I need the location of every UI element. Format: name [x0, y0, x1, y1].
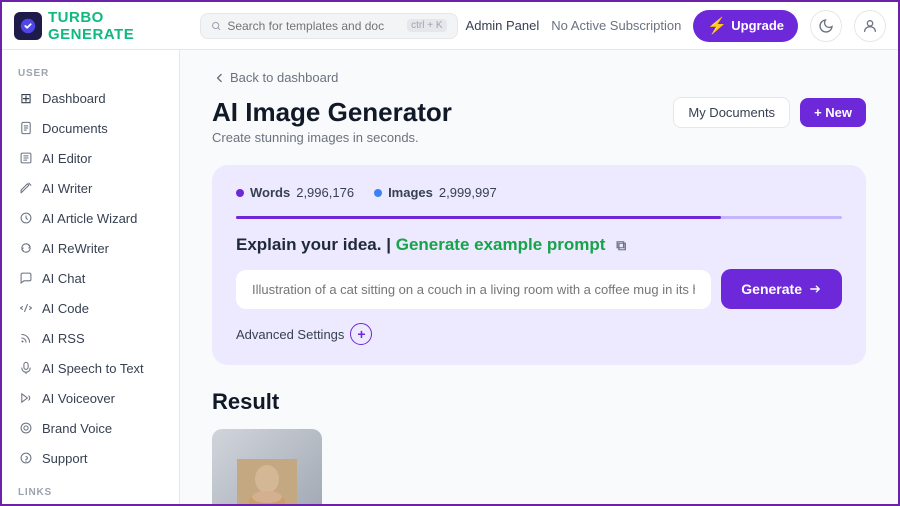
generator-card: Words 2,996,176 Images 2,999,997 Explain…	[212, 165, 866, 365]
no-subscription-label: No Active Subscription	[551, 18, 681, 33]
generate-example-prompt-link[interactable]: Generate example prompt	[396, 235, 606, 254]
search-shortcut: ctrl + K	[407, 19, 446, 32]
prompt-input[interactable]	[236, 270, 711, 309]
sidebar: USER ⊞ Dashboard Documents AI Editor AI …	[2, 50, 180, 504]
images-value: 2,999,997	[439, 185, 497, 200]
prompt-label: Explain your idea. | Generate example pr…	[236, 235, 842, 255]
sidebar-item-label: Brand Voice	[42, 421, 112, 436]
header-actions: My Documents + New	[673, 97, 866, 128]
ai-chat-icon	[18, 270, 34, 286]
topbar-right: Admin Panel No Active Subscription ⚡ Upg…	[466, 10, 886, 42]
sidebar-item-label: AI Writer	[42, 181, 92, 196]
logo: TURBOGENERATE	[14, 9, 192, 43]
admin-panel-link[interactable]: Admin Panel	[466, 18, 540, 33]
sidebar-item-label: AI Voiceover	[42, 391, 115, 406]
sidebar-item-ai-article-wizard[interactable]: AI Article Wizard	[2, 203, 179, 233]
words-dot	[236, 189, 244, 197]
sidebar-item-ai-speech-to-text[interactable]: AI Speech to Text	[2, 353, 179, 383]
sidebar-item-label: AI Editor	[42, 151, 92, 166]
sidebar-item-label: AI ReWriter	[42, 241, 109, 256]
ai-article-wizard-icon	[18, 210, 34, 226]
words-stat: Words 2,996,176	[236, 185, 354, 200]
prompt-input-row: Generate	[236, 269, 842, 309]
sidebar-item-label: Documents	[42, 121, 108, 136]
result-person-svg	[237, 459, 297, 504]
images-stat: Images 2,999,997	[374, 185, 497, 200]
images-label: Images	[388, 185, 433, 200]
sidebar-item-ai-rss[interactable]: AI RSS	[2, 323, 179, 353]
stats-row: Words 2,996,176 Images 2,999,997	[236, 185, 842, 200]
ai-editor-icon	[18, 150, 34, 166]
sidebar-item-label: AI RSS	[42, 331, 85, 346]
sidebar-item-ai-chat[interactable]: AI Chat	[2, 263, 179, 293]
brand-voice-icon	[18, 420, 34, 436]
new-button[interactable]: + New	[800, 98, 866, 127]
ai-code-icon	[18, 300, 34, 316]
sidebar-item-label: AI Article Wizard	[42, 211, 137, 226]
chevron-left-icon	[212, 71, 226, 85]
ai-rewriter-icon	[18, 240, 34, 256]
sidebar-item-ai-rewriter[interactable]: AI ReWriter	[2, 233, 179, 263]
user-section-label: USER	[2, 62, 179, 83]
advanced-settings-label: Advanced Settings	[236, 327, 344, 342]
sidebar-item-favorites[interactable]: F Favorites	[2, 502, 179, 504]
back-to-dashboard-link[interactable]: Back to dashboard	[212, 70, 866, 85]
result-title: Result	[212, 389, 866, 415]
sidebar-item-label: AI Chat	[42, 271, 85, 286]
sidebar-item-label: AI Code	[42, 301, 89, 316]
documents-icon	[18, 120, 34, 136]
links-section-label: LINKS	[2, 481, 179, 502]
advanced-settings-plus-icon: +	[350, 323, 372, 345]
sidebar-item-ai-writer[interactable]: AI Writer	[2, 173, 179, 203]
my-documents-button[interactable]: My Documents	[673, 97, 790, 128]
generate-button[interactable]: Generate	[721, 269, 842, 309]
sidebar-item-dashboard[interactable]: ⊞ Dashboard	[2, 83, 179, 113]
logo-text: TURBOGENERATE	[48, 9, 134, 43]
page-title: AI Image Generator	[212, 97, 452, 128]
ai-rss-icon	[18, 330, 34, 346]
sidebar-item-brand-voice[interactable]: Brand Voice	[2, 413, 179, 443]
support-icon	[18, 450, 34, 466]
ai-speech-icon	[18, 360, 34, 376]
sidebar-item-ai-editor[interactable]: AI Editor	[2, 143, 179, 173]
moon-icon	[818, 18, 834, 34]
upgrade-plus-icon: ⚡	[707, 16, 727, 36]
upgrade-button[interactable]: ⚡ Upgrade	[693, 10, 798, 42]
images-dot	[374, 189, 382, 197]
words-value: 2,996,176	[296, 185, 354, 200]
ai-writer-icon	[18, 180, 34, 196]
topbar: TURBOGENERATE ctrl + K Admin Panel No Ac…	[2, 2, 898, 50]
main-layout: USER ⊞ Dashboard Documents AI Editor AI …	[2, 50, 898, 504]
content-area: Back to dashboard AI Image Generator Cre…	[180, 50, 898, 504]
sidebar-item-documents[interactable]: Documents	[2, 113, 179, 143]
sidebar-item-label: AI Speech to Text	[42, 361, 144, 376]
user-icon	[862, 18, 878, 34]
arrow-right-icon	[808, 282, 822, 296]
ai-voiceover-icon	[18, 390, 34, 406]
dashboard-icon: ⊞	[18, 90, 34, 106]
result-image	[212, 429, 322, 504]
words-label: Words	[250, 185, 290, 200]
page-subtitle: Create stunning images in seconds.	[212, 130, 452, 145]
advanced-settings-row[interactable]: Advanced Settings +	[236, 323, 842, 345]
stat-bar	[236, 216, 842, 219]
page-title-block: AI Image Generator Create stunning image…	[212, 97, 452, 145]
user-profile-button[interactable]	[854, 10, 886, 42]
page-header: AI Image Generator Create stunning image…	[212, 97, 866, 145]
stat-bar-fill	[236, 216, 721, 219]
sidebar-item-label: Dashboard	[42, 91, 106, 106]
sidebar-item-ai-voiceover[interactable]: AI Voiceover	[2, 383, 179, 413]
search-bar[interactable]: ctrl + K	[200, 13, 458, 39]
logo-icon	[14, 12, 42, 40]
dark-mode-button[interactable]	[810, 10, 842, 42]
sidebar-item-support[interactable]: Support	[2, 443, 179, 473]
search-input[interactable]	[227, 19, 401, 33]
sidebar-item-ai-code[interactable]: AI Code	[2, 293, 179, 323]
result-section: Result	[212, 389, 866, 504]
doc-copy-icon[interactable]: ⧉	[616, 237, 626, 253]
sidebar-item-label: Support	[42, 451, 88, 466]
search-icon	[211, 19, 221, 33]
